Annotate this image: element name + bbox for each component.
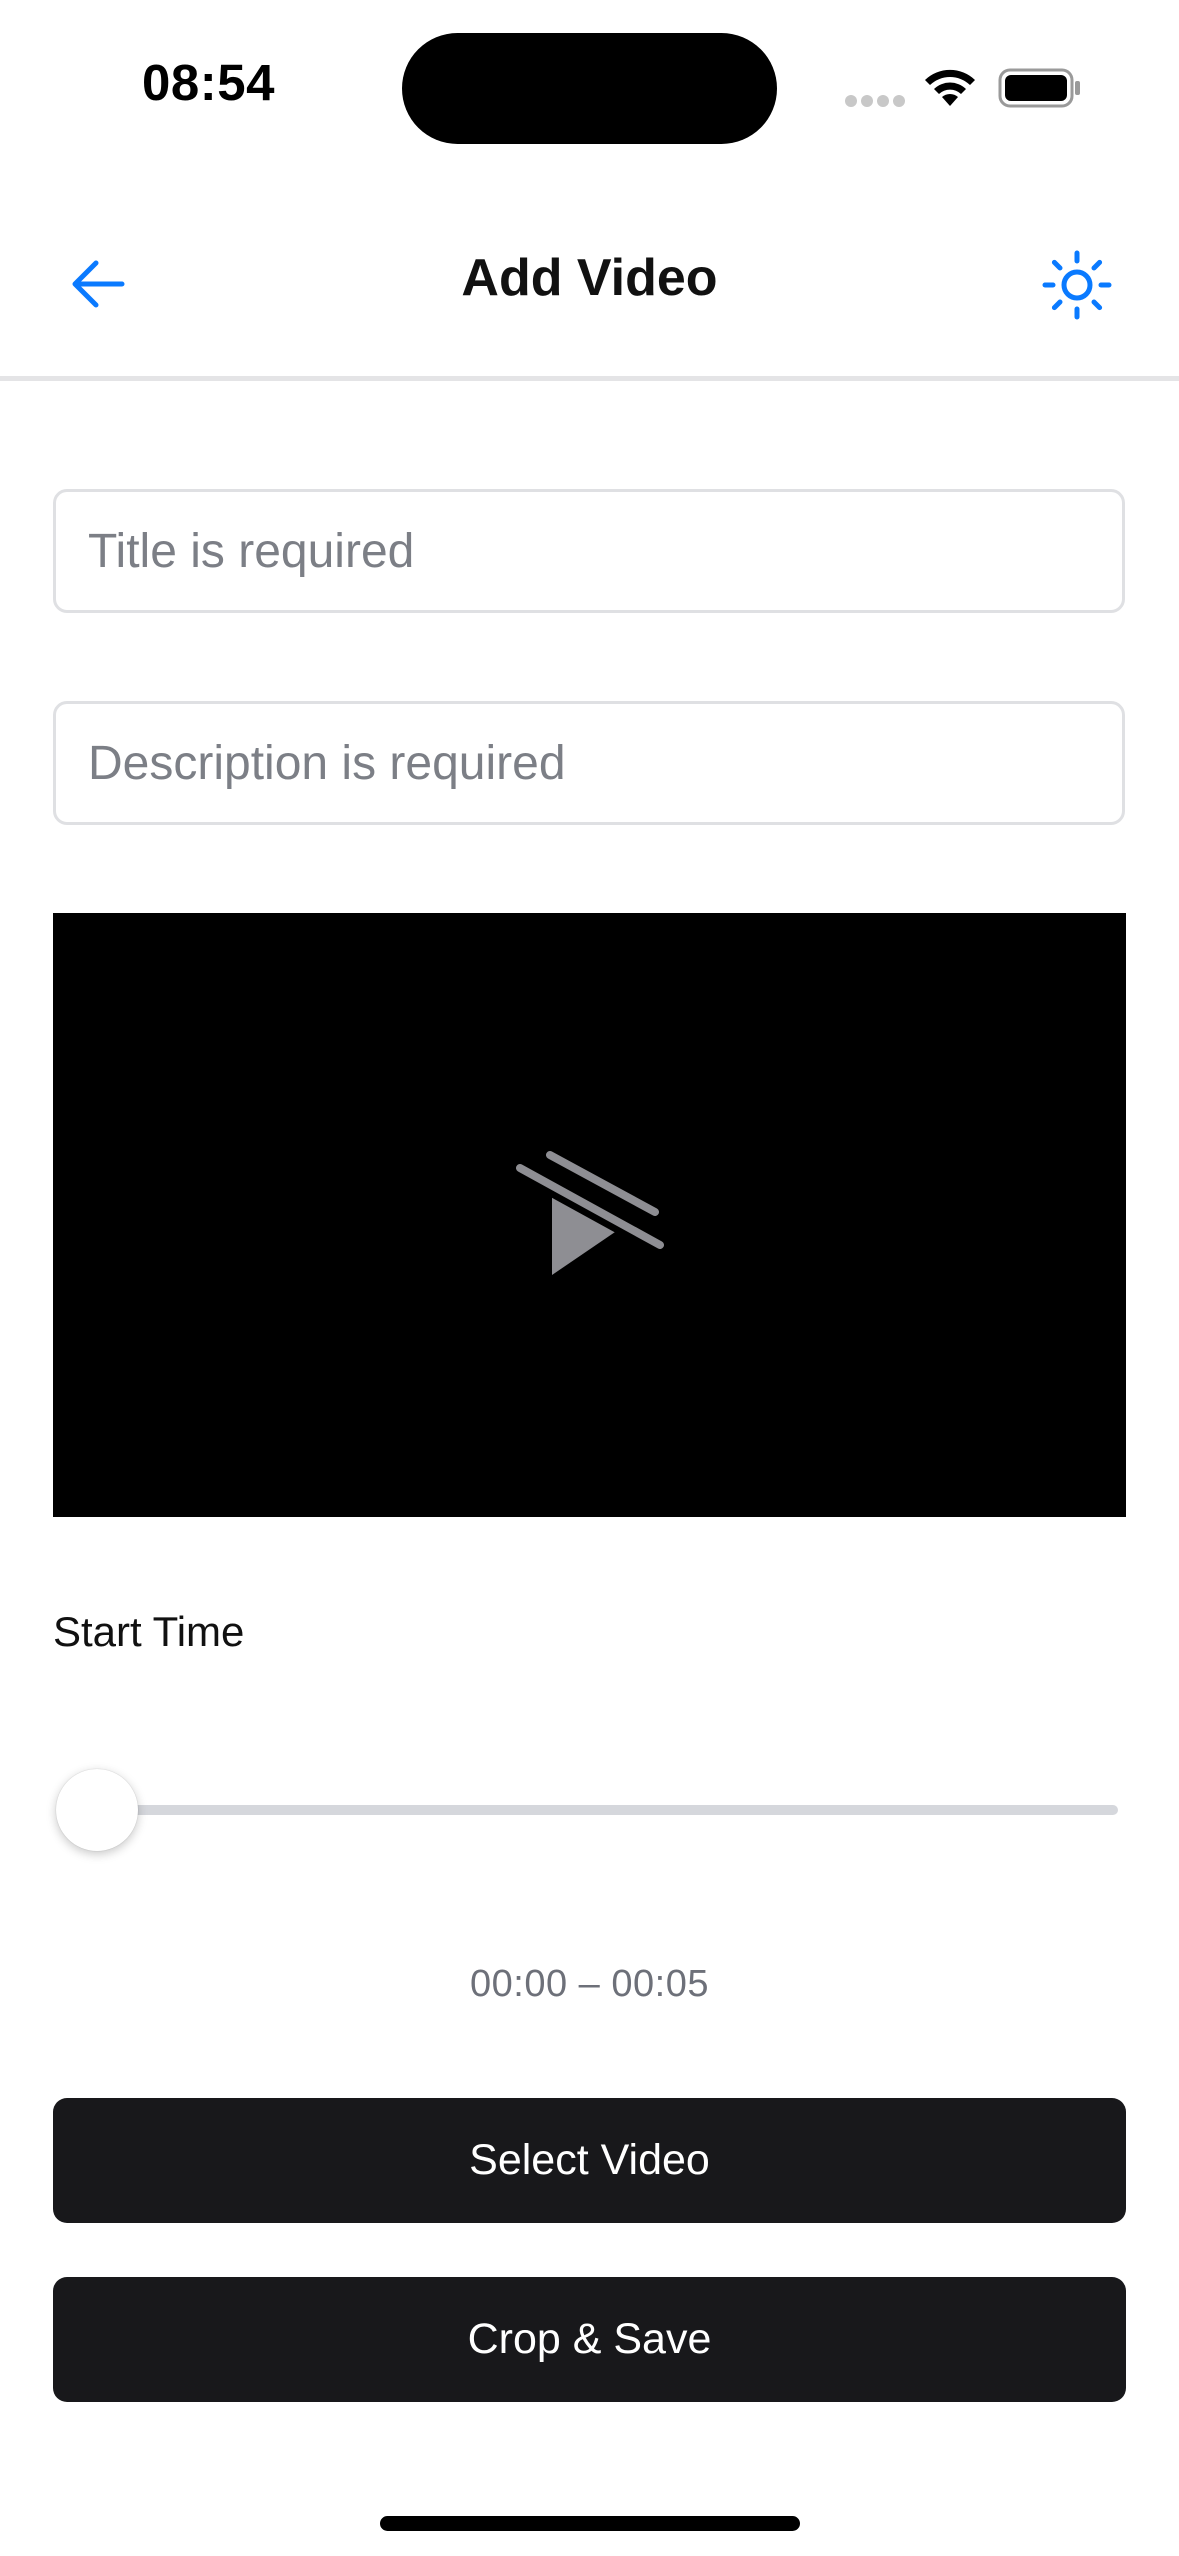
sun-icon — [1042, 250, 1112, 320]
slider-track — [78, 1805, 1118, 1815]
dynamic-island — [402, 33, 777, 144]
home-indicator — [380, 2516, 800, 2531]
header-divider — [0, 376, 1179, 381]
navigation-bar: Add Video — [0, 200, 1179, 380]
status-time: 08:54 — [142, 54, 275, 111]
description-input[interactable] — [53, 701, 1125, 825]
battery-icon — [998, 68, 1080, 108]
select-video-button[interactable]: Select Video — [53, 2098, 1126, 2223]
start-time-label: Start Time — [53, 1608, 245, 1655]
video-unavailable-icon — [510, 1151, 668, 1275]
title-input[interactable] — [53, 489, 1125, 613]
slider-thumb[interactable] — [56, 1769, 138, 1851]
page-title: Add Video — [461, 249, 718, 307]
cellular-signal-icon — [845, 95, 905, 109]
start-time-slider[interactable] — [56, 1765, 1120, 1855]
wifi-icon — [925, 69, 975, 106]
status-bar: 08:54 — [0, 0, 1179, 175]
time-range-label: 00:00 – 00:05 — [470, 1963, 709, 2005]
theme-toggle-button[interactable] — [1036, 244, 1118, 326]
crop-save-button[interactable]: Crop & Save — [53, 2277, 1126, 2402]
